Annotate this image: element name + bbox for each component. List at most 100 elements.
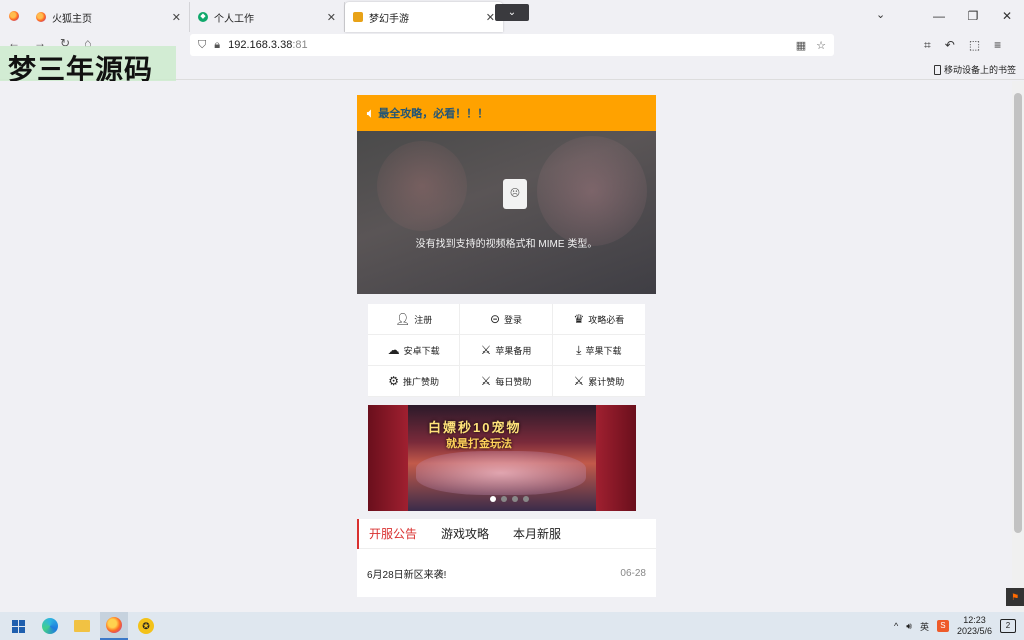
news-date: 06-28 bbox=[620, 567, 646, 579]
menu-item-label: 登录 bbox=[504, 314, 523, 325]
carousel-dot[interactable] bbox=[490, 496, 496, 502]
close-icon[interactable]: ✕ bbox=[327, 11, 336, 24]
tab-game-guides[interactable]: 游戏攻略 bbox=[441, 519, 489, 549]
undo-icon[interactable]: ↶ bbox=[945, 38, 955, 53]
news-title: 6月28日新区来袭! bbox=[367, 569, 447, 581]
tab-server-announcements[interactable]: 开服公告 bbox=[357, 518, 417, 549]
page-scrollbar[interactable] bbox=[1012, 81, 1024, 612]
bookmark-star-icon[interactable]: ☆ bbox=[816, 39, 826, 52]
tab-personal-work[interactable]: ◆ 个人工作 ✕ bbox=[190, 2, 345, 32]
volume-icon[interactable]: 🔊︎ bbox=[906, 621, 912, 632]
edge-icon bbox=[42, 618, 58, 634]
toolbar-right: ⌗ ↶ ⬚ ≡ bbox=[924, 38, 1001, 53]
notice-bar[interactable]: 🔈︎ 最全攻略，必看！！！ bbox=[357, 95, 656, 131]
swords-icon: ⚔ bbox=[480, 343, 492, 357]
menu-item-label: 累计赞助 bbox=[588, 376, 625, 387]
window-controls: — ❐ ✕ bbox=[922, 0, 1024, 32]
close-icon[interactable]: ✕ bbox=[172, 11, 181, 24]
notice-text: 最全攻略，必看！！！ bbox=[378, 108, 489, 120]
start-button[interactable] bbox=[4, 612, 32, 640]
speaker-icon: 🔈︎ bbox=[367, 105, 375, 120]
tab-new-servers[interactable]: 本月新服 bbox=[513, 519, 561, 549]
menu-item-label: 注册 bbox=[414, 314, 433, 325]
url-port: :81 bbox=[292, 39, 308, 51]
broken-media-icon: ☹ bbox=[503, 179, 527, 209]
carousel-dots bbox=[490, 496, 529, 502]
folder-icon bbox=[74, 620, 90, 632]
video-poster-art bbox=[377, 141, 467, 231]
menu-item-promo-sponsor[interactable]: ⚙ 推广赞助 bbox=[368, 366, 461, 397]
menu-item-label: 每日赞助 bbox=[495, 376, 532, 387]
menu-item-register[interactable]: 👤︎ 注册 bbox=[368, 304, 461, 335]
swords-icon: ⚔ bbox=[573, 374, 585, 388]
firefox-icon bbox=[36, 12, 46, 22]
carousel-dot[interactable] bbox=[501, 496, 507, 502]
menu-item-ios-backup[interactable]: ⚔ 苹果备用 bbox=[460, 335, 553, 366]
video-player[interactable]: ☹ 没有找到支持的视频格式和 MIME 类型。 bbox=[357, 131, 656, 294]
menu-item-guide[interactable]: ♛ 攻略必看 bbox=[552, 304, 645, 335]
carousel-dot[interactable] bbox=[512, 496, 518, 502]
clock-time: 12:23 bbox=[963, 615, 986, 625]
tab-firefox-home[interactable]: 火狐主页 ✕ bbox=[28, 2, 190, 32]
menu-item-ios-download[interactable]: ⤓ 苹果下载 bbox=[552, 335, 645, 366]
tab-strip: 火狐主页 ✕ ◆ 个人工作 ✕ 梦幻手游 ✕ ⌄ ⌄ — ❐ ✕ bbox=[0, 0, 1024, 32]
clock-date: 2023/5/6 bbox=[956, 626, 992, 636]
mobile-bookmarks-link[interactable]: 移动设备上的书签 bbox=[933, 63, 1016, 76]
menu-item-daily-sponsor[interactable]: ⚔ 每日赞助 bbox=[460, 366, 553, 397]
scrollbar-thumb[interactable] bbox=[1014, 93, 1022, 533]
gear-icon: ⚙ bbox=[388, 374, 400, 388]
game-icon bbox=[353, 12, 363, 22]
taskbar-edge[interactable] bbox=[36, 612, 64, 640]
taskbar-firefox[interactable] bbox=[100, 612, 128, 640]
url-actions: ▦ ☆ bbox=[796, 39, 826, 52]
menu-item-login[interactable]: ⊝ 登录 bbox=[460, 304, 553, 335]
ime-indicator[interactable]: 英 bbox=[920, 620, 929, 633]
video-poster-art bbox=[537, 136, 647, 246]
list-all-tabs-button[interactable]: ⌄ bbox=[876, 8, 885, 21]
taskbar: ✪ ^ 🔊︎ 英 S 12:23 2023/5/6 2 bbox=[0, 612, 1024, 640]
url-host: 192.168.3.38 bbox=[228, 39, 293, 51]
close-icon[interactable]: ✕ bbox=[486, 11, 495, 24]
notification-icon[interactable]: 2 bbox=[1000, 619, 1016, 633]
extensions-icon[interactable]: ⬚ bbox=[969, 38, 980, 53]
menu-item-label: 攻略必看 bbox=[588, 314, 625, 325]
clock[interactable]: 12:23 2023/5/6 bbox=[957, 615, 992, 637]
page-viewport: 🔈︎ 最全攻略，必看！！！ ☹ 没有找到支持的视频格式和 MIME 类型。 👤︎… bbox=[0, 81, 1012, 612]
shield-icon[interactable]: ⛉ bbox=[198, 39, 206, 52]
taskbar-app[interactable]: ✪ bbox=[132, 612, 160, 640]
video-error-message: 没有找到支持的视频格式和 MIME 类型。 bbox=[415, 239, 598, 250]
close-window-button[interactable]: ✕ bbox=[990, 9, 1024, 23]
banner-curtain bbox=[596, 405, 636, 511]
news-list-item[interactable]: 6月28日新区来袭! 06-28 bbox=[357, 549, 656, 597]
menu-item-total-sponsor[interactable]: ⚔ 累计赞助 bbox=[552, 366, 645, 397]
menu-item-label: 安卓下载 bbox=[403, 345, 440, 356]
banner-curtain bbox=[368, 405, 408, 511]
download-icon: ⤓ bbox=[576, 342, 582, 357]
tab-dropdown-button[interactable]: ⌄ bbox=[495, 4, 529, 21]
menu-icon[interactable]: ≡ bbox=[994, 38, 1001, 53]
sogou-icon[interactable]: S bbox=[936, 620, 949, 632]
crop-icon[interactable]: ⌗ bbox=[924, 38, 931, 53]
flag-icon[interactable]: ⚑ bbox=[1006, 588, 1024, 606]
taskbar-explorer[interactable] bbox=[68, 612, 96, 640]
qr-code-icon[interactable]: ▦ bbox=[796, 39, 806, 52]
firefox-icon bbox=[9, 11, 19, 21]
restore-button[interactable]: ❐ bbox=[956, 9, 990, 23]
lock-icon[interactable]: 🔒︎ bbox=[214, 39, 220, 52]
firefox-view-button[interactable] bbox=[0, 0, 28, 32]
promo-banner[interactable]: 白嫖秒10宠物 就是打金玩法 bbox=[368, 405, 636, 511]
banner-characters bbox=[416, 451, 586, 495]
tray-expand-icon[interactable]: ^ bbox=[894, 621, 898, 631]
tab-label: 梦幻手游 bbox=[369, 13, 409, 25]
menu-item-label: 苹果备用 bbox=[495, 345, 532, 356]
tab-dream-mobile-game[interactable]: 梦幻手游 ✕ bbox=[345, 2, 503, 32]
system-tray: ^ 🔊︎ 英 S 12:23 2023/5/6 2 bbox=[894, 612, 1024, 640]
login-icon: ⊝ bbox=[489, 312, 501, 326]
carousel-dot[interactable] bbox=[523, 496, 529, 502]
mobile-page: 🔈︎ 最全攻略，必看！！！ ☹ 没有找到支持的视频格式和 MIME 类型。 👤︎… bbox=[357, 95, 656, 597]
minimize-button[interactable]: — bbox=[922, 9, 956, 23]
menu-item-android-download[interactable]: ☁ 安卓下载 bbox=[368, 335, 461, 366]
url-bar[interactable]: ⛉ 🔒︎ 192.168.3.38 :81 ▦ ☆ bbox=[190, 34, 834, 56]
firefox-icon bbox=[106, 617, 122, 633]
menu-grid: 👤︎ 注册 ⊝ 登录 ♛ 攻略必看 ☁ 安卓下载 ⚔ 苹果备用 ⤓ 苹果下载 ⚙… bbox=[368, 304, 645, 397]
